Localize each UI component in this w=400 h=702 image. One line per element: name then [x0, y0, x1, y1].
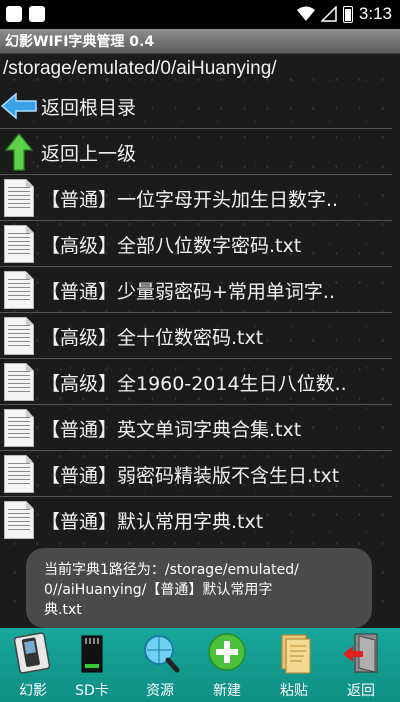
tab-label: 返回 — [347, 683, 375, 699]
file-row[interactable]: 【普通】弱密码精装版不含生日.txt — [0, 452, 392, 497]
bottom-toolbar: 幻影 SD卡 资源 新建 粘贴 返回 — [0, 628, 400, 702]
current-path: /storage/emulated/0/aiHuanying/ — [3, 58, 277, 79]
tab-paste[interactable]: 粘贴 — [261, 628, 327, 702]
file-row[interactable]: 【普通】英文单词字典合集.txt — [0, 406, 392, 451]
nav-row-root[interactable]: 返回根目录 — [0, 84, 392, 129]
file-row[interactable]: 【高级】全1960-2014生日八位数.. — [0, 360, 392, 405]
file-name: 【高级】全十位数密码.txt — [41, 326, 264, 349]
toast-line: 典.txt — [44, 602, 82, 618]
tab-back[interactable]: 返回 — [328, 628, 394, 702]
phone-icon — [13, 632, 51, 674]
signal-icon — [320, 6, 337, 22]
battery-icon — [342, 5, 353, 23]
paste-icon — [281, 634, 311, 674]
tab-sd-card[interactable]: SD卡 — [59, 628, 125, 702]
file-name: 【高级】全1960-2014生日八位数.. — [41, 372, 347, 395]
text-file-icon — [4, 363, 34, 401]
status-time: 3:13 — [358, 4, 392, 23]
toast-line: 当前字典1路径为：/storage/emulated/ — [44, 562, 299, 578]
wifi-icon — [296, 6, 315, 21]
tab-label: 新建 — [213, 683, 241, 699]
text-file-icon — [4, 225, 34, 263]
tab-label: SD卡 — [75, 683, 109, 699]
text-file-icon — [4, 455, 34, 493]
file-row[interactable]: 【高级】全十位数密码.txt — [0, 314, 392, 359]
file-name: 【普通】默认常用字典.txt — [41, 510, 264, 533]
tab-label: 粘贴 — [280, 683, 308, 699]
exit-door-icon — [343, 633, 378, 673]
toast-message: 当前字典1路径为：/storage/emulated/ 0//aiHuanyin… — [26, 548, 372, 628]
file-name: 【普通】弱密码精装版不含生日.txt — [41, 464, 340, 487]
file-name: 【普通】英文单词字典合集.txt — [41, 418, 302, 441]
tab-resources[interactable]: 资源 — [127, 628, 193, 702]
sd-card-icon — [81, 635, 103, 673]
nav-up-label: 返回上一级 — [41, 142, 137, 165]
tab-label: 资源 — [146, 683, 174, 699]
text-file-icon — [4, 501, 34, 539]
plus-circle-icon — [208, 633, 246, 671]
status-bar: 3:13 — [0, 0, 400, 29]
file-name: 【普通】少量弱密码+常用单词字.. — [41, 280, 335, 303]
tab-huanying[interactable]: 幻影 — [0, 628, 66, 702]
toast-line: 0//aiHuanying/【普通】默认常用字 — [44, 582, 273, 598]
tab-label: 幻影 — [19, 683, 47, 699]
notification-icon — [6, 6, 22, 22]
arrow-up-icon — [4, 133, 34, 171]
file-row[interactable]: 【高级】全部八位数字密码.txt — [0, 222, 392, 267]
file-row[interactable]: 【普通】默认常用字典.txt — [0, 498, 392, 542]
nav-root-label: 返回根目录 — [41, 96, 137, 119]
app-title: 幻影WIFI字典管理 0.4 — [5, 34, 155, 50]
arrow-left-icon — [0, 92, 37, 120]
text-file-icon — [4, 409, 34, 447]
file-name: 【普通】一位字母开头加生日数字.. — [41, 188, 339, 211]
text-file-icon — [4, 317, 34, 355]
globe-search-icon — [144, 635, 180, 673]
tab-new[interactable]: 新建 — [194, 628, 260, 702]
file-name: 【高级】全部八位数字密码.txt — [41, 234, 302, 257]
file-row[interactable]: 【普通】一位字母开头加生日数字.. — [0, 176, 392, 221]
notification-icon — [29, 6, 45, 22]
nav-row-up[interactable]: 返回上一级 — [0, 130, 392, 175]
text-file-icon — [4, 179, 34, 217]
file-row[interactable]: 【普通】少量弱密码+常用单词字.. — [0, 268, 392, 313]
app-title-bar: 幻影WIFI字典管理 0.4 — [0, 29, 400, 54]
text-file-icon — [4, 271, 34, 309]
